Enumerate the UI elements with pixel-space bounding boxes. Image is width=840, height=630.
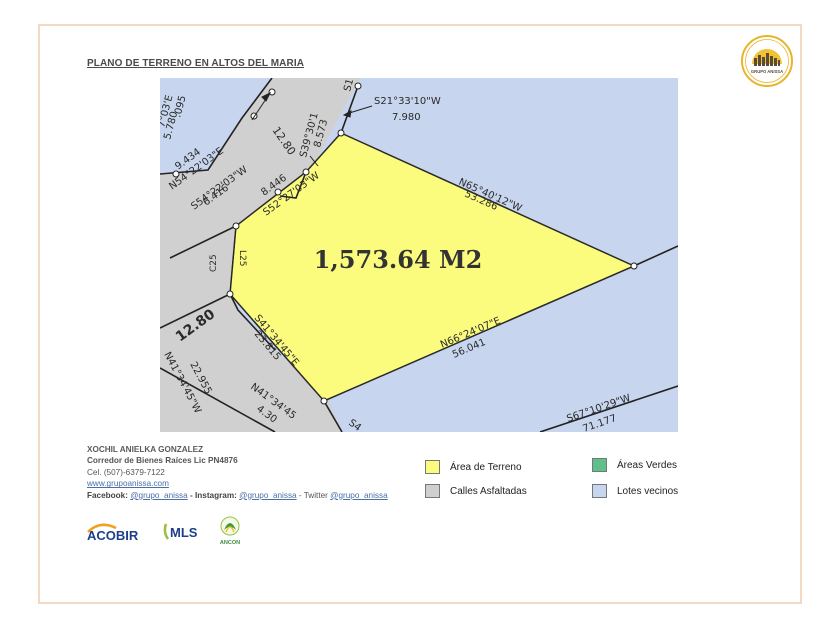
line-label: L25 [237, 250, 247, 266]
mls-logo-icon: MLS [163, 523, 198, 540]
legend-swatch [425, 460, 440, 474]
acobir-logo-text: ACOBIR [87, 528, 139, 543]
facebook-link[interactable]: @grupo_anissa [130, 491, 187, 500]
bearing-label: S21°33'10"W [374, 96, 441, 107]
legend-label: Calles Asfaltadas [450, 485, 527, 497]
grupo-anissa-logo-icon: GRUPO ANISSA [741, 35, 793, 87]
twitter-link[interactable]: @grupo_anissa [330, 491, 387, 500]
acobir-logo-icon: ACOBIR [87, 523, 139, 543]
legend-item-green-areas: Áreas Verdes [592, 458, 677, 472]
agent-name: XOCHIL ANIELKA GONZALEZ [87, 445, 204, 454]
ancon-logo-text: ANCON [220, 540, 240, 546]
agent-social: Facebook: @grupo_anissa - Instagram: @gr… [87, 490, 388, 501]
legend-swatch [425, 484, 440, 498]
ancon-logo-icon: ANCON [220, 516, 240, 546]
curve-label: C25 [209, 254, 219, 272]
distance-label: 7.980 [392, 112, 421, 123]
twitter-label: - Twitter [298, 490, 328, 500]
agent-phone: Cel. (507)-6379-7122 [87, 467, 165, 477]
area-label: 1,573.64 M2 [314, 245, 483, 274]
legend-item-terrain: Área de Terreno [425, 460, 522, 474]
mls-logo-text: MLS [170, 525, 198, 540]
brand-logos: ACOBIR MLS ANCON [87, 516, 240, 546]
facebook-label: Facebook: [87, 490, 128, 500]
legend-label: Áreas Verdes [617, 459, 678, 471]
agent-license: Corredor de Bienes Raíces Lic PN4876 [87, 456, 238, 466]
agent-info: XOCHIL ANIELKA GONZALEZ Corredor de Bien… [87, 444, 388, 501]
legend-item-neighbor-lots: Lotes vecinos [592, 484, 678, 498]
instagram-label: - Instagram: [190, 490, 237, 500]
terrain-plan: 1,573.64 M2 N65°40'12"W 53.286 N66°24'07… [160, 78, 678, 432]
page-title: PLANO DE TERRENO EN ALTOS DEL MARIA [87, 58, 305, 69]
legend-swatch [592, 484, 607, 498]
legend-label: Lotes vecinos [617, 485, 679, 497]
legend-item-streets: Calles Asfaltadas [425, 484, 527, 498]
legend-swatch [592, 458, 607, 472]
legend-label: Área de Terreno [450, 461, 522, 473]
instagram-link[interactable]: @grupo_anissa [239, 491, 296, 500]
logo-text: GRUPO ANISSA [751, 69, 783, 74]
agent-website-link[interactable]: www.grupoanissa.com [87, 479, 169, 488]
